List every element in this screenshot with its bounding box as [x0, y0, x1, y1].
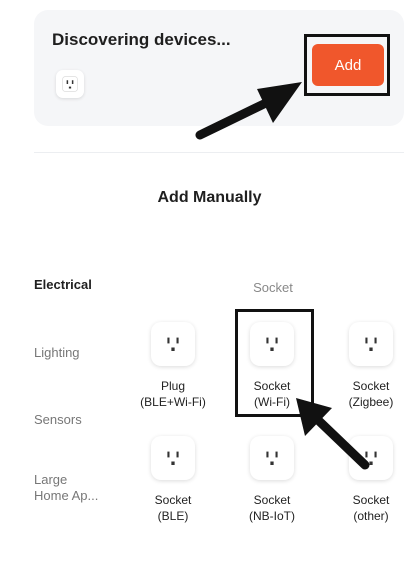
arrow-icon	[296, 398, 370, 470]
annotation-arrows	[195, 82, 370, 470]
arrow-icon	[195, 82, 302, 140]
